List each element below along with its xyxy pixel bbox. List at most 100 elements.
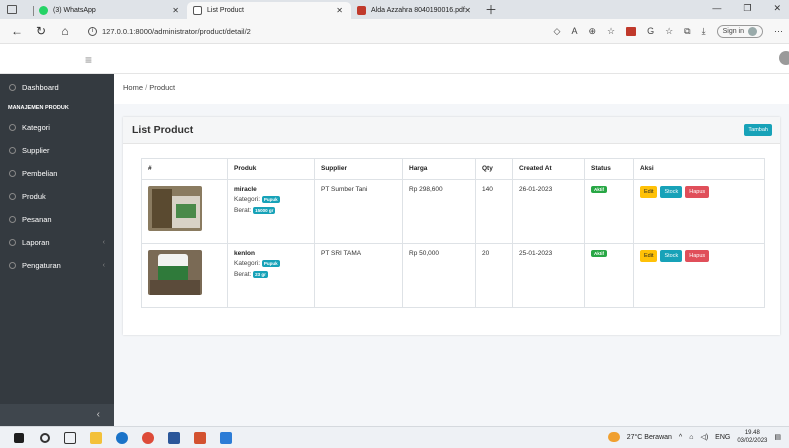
extension-icon[interactable]: ◇ [554, 26, 561, 37]
window-controls: — ❐ ✕ [712, 3, 781, 14]
category-badge: Pupuk [261, 196, 280, 203]
tab-separator [33, 5, 34, 16]
clock-time: 19.48 [744, 430, 760, 436]
column-header: Supplier [314, 158, 403, 180]
delete-button[interactable]: Hapus [685, 186, 710, 198]
sidebar-item-pembelian[interactable]: Pembelian [0, 162, 114, 185]
volume-icon[interactable]: ◁) [700, 433, 708, 441]
info-icon[interactable]: i [88, 26, 97, 36]
close-icon[interactable]: ✕ [336, 6, 343, 15]
search-icon[interactable] [40, 432, 50, 443]
edit-button[interactable]: Edit [640, 186, 658, 198]
circle-icon [9, 124, 16, 131]
sidebar-item-laporan[interactable]: Laporan ‹ [0, 231, 114, 254]
chevron-up-icon[interactable]: ^ [679, 434, 682, 441]
sidebar-item-label: Kategori [22, 123, 50, 132]
sidebar-item-pesanan[interactable]: Pesanan [0, 208, 114, 231]
column-header: Status [584, 158, 634, 180]
product-category: Kategori: Pupuk [234, 196, 308, 203]
stock-button[interactable]: Stock [660, 250, 683, 262]
tab-label: (3) WhatsApp [53, 7, 96, 14]
menu-toggle-icon[interactable]: ≡ [85, 53, 92, 67]
sidebar-item-pengaturan[interactable]: Pengaturan ‹ [0, 254, 114, 277]
category-badge: Pupuk [261, 260, 280, 267]
breadcrumb-home[interactable]: Home [123, 83, 143, 92]
weight-badge: 15000 gr [253, 207, 276, 214]
close-window-icon[interactable]: ✕ [773, 3, 781, 14]
file-explorer-icon[interactable] [90, 431, 102, 444]
address-bar: ← ↻ ⌂ i 127.0.0.1:8000/administrator/pro… [0, 19, 789, 44]
column-header: Qty [475, 158, 513, 180]
avatar [748, 26, 757, 36]
xampp-icon[interactable] [194, 431, 206, 444]
network-icon[interactable]: ⌂ [689, 434, 693, 441]
sidebar-item-label: Dashboard [22, 82, 59, 92]
toolbar-right: ◇ A ⊕ ☆ G ☆ ⧉ ⤓ Sign in ⋯ [554, 24, 783, 38]
close-icon[interactable]: ✕ [172, 6, 179, 15]
sidebar-item-label: Supplier [22, 146, 50, 155]
created-at-cell: 26-01-2023 [512, 179, 585, 244]
url-text: 127.0.0.1:8000/administrator/product/det… [102, 26, 251, 36]
tab-whatsapp[interactable]: (3) WhatsApp ✕ [22, 2, 187, 19]
tab-actions-icon[interactable] [7, 5, 17, 14]
notification-icon[interactable]: ▤ [774, 433, 781, 441]
column-header: Created At [512, 158, 585, 180]
g-icon[interactable]: G [647, 26, 654, 36]
back-icon[interactable]: ← [10, 24, 24, 38]
edit-button[interactable]: Edit [640, 250, 658, 262]
word-icon[interactable] [168, 431, 180, 444]
collections-icon[interactable]: ⧉ [684, 26, 690, 37]
language-indicator[interactable]: ENG [715, 434, 730, 441]
task-view-icon[interactable] [64, 431, 76, 444]
read-aloud-icon[interactable]: A [571, 26, 577, 36]
weather-text[interactable]: 27°C Berawan [627, 434, 672, 441]
table-row: kenlon Kategori: Pupuk Berat: 23 gr PT S… [141, 243, 765, 308]
user-avatar[interactable] [779, 51, 789, 65]
card-header: List Product Tambah [123, 117, 780, 144]
tab-list-product[interactable]: List Product ✕ [187, 2, 351, 19]
product-image [148, 186, 202, 231]
clock[interactable]: 19.48 03/02/2023 [737, 429, 767, 445]
close-icon[interactable]: ✕ [464, 6, 471, 15]
refresh-icon[interactable]: ↻ [34, 24, 48, 38]
product-card: List Product Tambah # Produk Supplier Ha… [123, 117, 780, 335]
breadcrumb-separator: / [145, 83, 148, 92]
sidebar-item-produk[interactable]: Produk [0, 185, 114, 208]
tab-pdf[interactable]: Alda Azzahra 8040190016.pdf ✕ [351, 2, 479, 19]
sidebar-item-label: Pembelian [22, 169, 58, 178]
favorite-add-icon[interactable]: ☆ [607, 26, 615, 37]
add-product-button[interactable]: Tambah [744, 124, 772, 136]
zoom-icon[interactable]: ⊕ [588, 26, 596, 37]
main-content: Home / Product List Product Tambah # Pro… [114, 74, 789, 426]
home-icon[interactable]: ⌂ [58, 24, 72, 38]
qty-cell: 140 [475, 179, 513, 244]
sidebar-item-dashboard[interactable]: Dashboard [0, 74, 114, 100]
product-weight: Berat: 23 gr [234, 271, 308, 278]
top-navbar: ≡ [0, 44, 789, 74]
sidebar-item-supplier[interactable]: Supplier [0, 139, 114, 162]
sidebar-collapse-button[interactable]: ‹ [0, 404, 114, 426]
price-cell: Rp 298,600 [402, 179, 476, 244]
pdf-extension-icon[interactable] [626, 26, 637, 36]
delete-button[interactable]: Hapus [685, 250, 710, 262]
new-tab-icon[interactable]: ＋ [485, 1, 497, 18]
edge-icon[interactable] [116, 431, 128, 444]
sidebar-item-label: Produk [22, 192, 46, 201]
sign-in-button[interactable]: Sign in [716, 24, 763, 38]
minimize-icon[interactable]: — [712, 3, 721, 14]
created-at-cell: 25-01-2023 [512, 243, 585, 308]
stock-button[interactable]: Stock [660, 186, 683, 198]
status-badge: Aktif [591, 250, 607, 257]
favorites-icon[interactable]: ☆ [665, 26, 673, 37]
sidebar-item-kategori[interactable]: Kategori [0, 116, 114, 139]
status-badge: Aktif [591, 186, 607, 193]
chrome-icon[interactable] [142, 431, 154, 444]
vscode-icon[interactable] [220, 431, 232, 444]
tab-label: Alda Azzahra 8040190016.pdf [371, 7, 465, 14]
windows-start-icon[interactable] [14, 432, 24, 443]
download-icon[interactable]: ⤓ [702, 26, 706, 37]
restore-icon[interactable]: ❐ [743, 3, 751, 14]
more-icon[interactable]: ⋯ [774, 26, 783, 37]
url-field[interactable]: i 127.0.0.1:8000/administrator/product/d… [88, 26, 251, 36]
product-name: kenlon [234, 250, 255, 257]
